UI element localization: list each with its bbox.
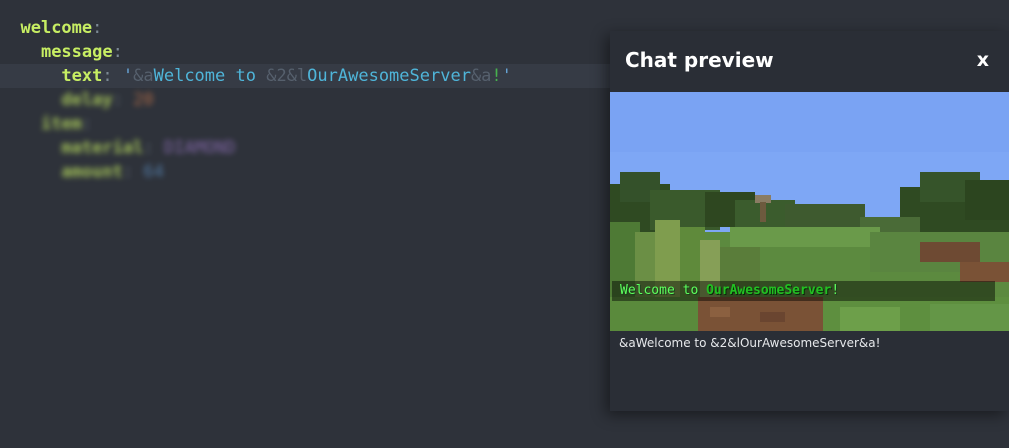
yaml-key: item [40,114,82,134]
yaml-colon: : [122,162,134,182]
panel-header: Chat preview x [610,31,1009,92]
yaml-key: material [61,138,144,158]
color-code: &a [133,66,154,86]
yaml-key: message [40,42,113,62]
raw-message-text: &aWelcome to &2&lOurAwesomeServer&a! [619,336,881,350]
yaml-key: text [61,66,103,86]
chat-message-bar: Welcome to OurAwesomeServer! [612,281,995,301]
yaml-key: delay [61,90,113,110]
yaml-key: amount [61,162,123,182]
yaml-colon: : [112,42,123,62]
text-segment: Welcome to [153,66,267,86]
quote-close: ' [501,66,512,86]
text-segment: ! [491,66,502,86]
text-segment: OurAwesomeServer [307,66,471,86]
chat-text-server: OurAwesomeServer [706,283,832,298]
yaml-value: DIAMOND [163,138,236,158]
quote-open: ' [122,66,134,86]
yaml-colon: : [92,18,103,38]
format-code: &l [286,66,308,86]
color-code: &2 [266,66,287,86]
yaml-value: 64 [143,162,164,182]
chat-message-rendered: Welcome to OurAwesomeServer! [620,283,839,298]
yaml-colon: : [102,66,113,86]
panel-title: Chat preview [625,48,774,72]
yaml-key: welcome [20,18,93,38]
close-button[interactable]: x [977,49,989,71]
color-code: &a [470,66,492,86]
yaml-value: 20 [133,90,154,110]
chat-preview-panel: Chat preview x Welcome to OurAwesomeServ… [610,31,1009,411]
yaml-colon: : [112,90,123,110]
yaml-colon: : [81,114,93,134]
chat-text-prefix: Welcome to [620,283,707,298]
game-preview-image: Welcome to OurAwesomeServer! [610,92,1009,331]
chat-text-suffix: ! [831,283,840,298]
yaml-colon: : [143,138,154,158]
